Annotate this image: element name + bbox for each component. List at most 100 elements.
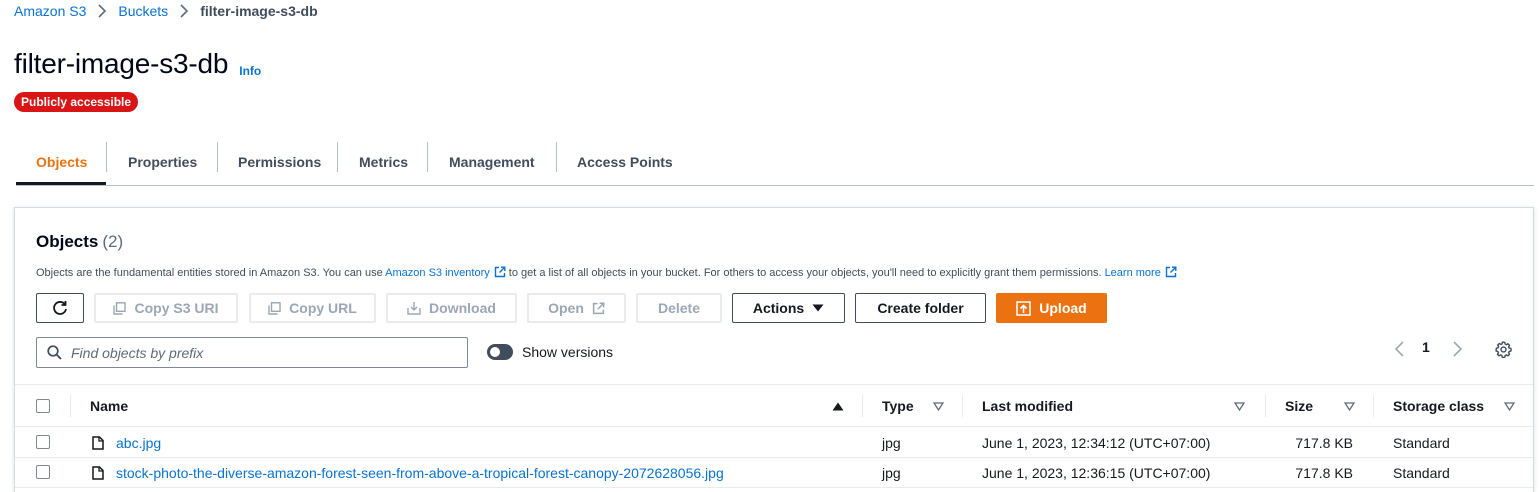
- tab-properties[interactable]: Properties: [128, 138, 197, 186]
- object-type: jpg: [882, 435, 901, 451]
- settings-button[interactable]: [1492, 338, 1514, 360]
- search-input[interactable]: [71, 344, 451, 361]
- chevron-left-icon: [1394, 341, 1404, 357]
- objects-heading: Objects (2): [36, 232, 123, 252]
- toggle-knob: [490, 347, 500, 357]
- column-divider: [70, 395, 71, 417]
- create-folder-button[interactable]: Create folder: [855, 293, 986, 323]
- chevron-right-icon: [168, 4, 200, 18]
- column-header-storage-class[interactable]: Storage class: [1393, 385, 1484, 427]
- open-button[interactable]: Open: [527, 293, 626, 323]
- show-versions-toggle[interactable]: [487, 344, 513, 360]
- copy-s3-uri-label: Copy S3 URI: [134, 300, 219, 316]
- column-divider: [1265, 395, 1266, 417]
- tab-divider: [337, 142, 338, 172]
- sort-ascending-icon[interactable]: [831, 399, 845, 413]
- breadcrumb-current: filter-image-s3-db: [200, 3, 318, 19]
- active-tab-indicator: [16, 182, 106, 185]
- column-header-type[interactable]: Type: [882, 385, 914, 427]
- create-folder-label: Create folder: [877, 300, 964, 316]
- column-header-last-modified[interactable]: Last modified: [982, 385, 1073, 427]
- page-number[interactable]: 1: [1422, 339, 1430, 355]
- open-label: Open: [548, 300, 584, 316]
- page-header: filter-image-s3-db Info: [14, 44, 261, 84]
- sort-icon[interactable]: [1232, 399, 1246, 413]
- status-badge: Publicly accessible: [14, 92, 139, 112]
- column-header-size[interactable]: Size: [1285, 385, 1313, 427]
- breadcrumb-buckets[interactable]: Buckets: [118, 3, 168, 19]
- row-checkbox[interactable]: [36, 465, 50, 479]
- tab-objects[interactable]: Objects: [36, 138, 87, 186]
- tab-bar: Objects Properties Permissions Metrics M…: [16, 138, 1534, 186]
- objects-description: Objects are the fundamental entities sto…: [36, 266, 1177, 280]
- next-page-button[interactable]: [1447, 338, 1467, 360]
- sort-icon[interactable]: [1502, 399, 1516, 413]
- copy-icon: [268, 301, 281, 315]
- chevron-right-icon: [1452, 341, 1462, 357]
- objects-title: Objects: [36, 232, 99, 251]
- upload-icon: [1016, 300, 1032, 316]
- select-all-checkbox[interactable]: [36, 399, 50, 413]
- column-divider: [1373, 395, 1374, 417]
- object-type: jpg: [882, 465, 901, 481]
- object-storage-class: Standard: [1393, 435, 1450, 451]
- table-row[interactable]: abc.jpg jpg June 1, 2023, 12:34:12 (UTC+…: [15, 428, 1533, 458]
- gear-icon: [1494, 340, 1512, 358]
- breadcrumb-amazon-s3[interactable]: Amazon S3: [14, 3, 86, 19]
- sort-icon[interactable]: [1342, 399, 1356, 413]
- object-name-link[interactable]: abc.jpg: [116, 428, 161, 458]
- external-link-icon: [494, 266, 506, 278]
- sort-icon[interactable]: [931, 399, 945, 413]
- download-label: Download: [429, 300, 496, 316]
- breadcrumb: Amazon S3 Buckets filter-image-s3-db: [14, 2, 318, 20]
- page-title: filter-image-s3-db: [14, 48, 229, 79]
- tab-metrics[interactable]: Metrics: [359, 138, 408, 186]
- desc-text-2: to get a list of all objects in your buc…: [505, 267, 1105, 279]
- external-link-icon: [1165, 266, 1177, 278]
- column-divider: [862, 395, 863, 417]
- delete-label: Delete: [657, 300, 701, 316]
- tab-divider: [427, 142, 428, 172]
- object-size: 717.8 KB: [1295, 435, 1353, 451]
- tab-divider: [556, 142, 557, 172]
- download-icon: [407, 302, 421, 315]
- refresh-button[interactable]: [36, 293, 84, 323]
- objects-count: (2): [102, 232, 124, 251]
- table-row[interactable]: stock-photo-the-diverse-amazon-forest-se…: [15, 458, 1533, 488]
- previous-page-button[interactable]: [1389, 338, 1409, 360]
- refresh-icon: [53, 301, 67, 315]
- copy-s3-uri-button[interactable]: Copy S3 URI: [94, 293, 238, 323]
- chevron-right-icon: [86, 4, 118, 18]
- copy-url-label: Copy URL: [289, 300, 357, 316]
- search-icon: [47, 345, 62, 360]
- learn-more-link[interactable]: Learn more: [1105, 267, 1161, 279]
- tab-divider: [217, 142, 218, 172]
- actions-dropdown[interactable]: Actions: [732, 293, 845, 323]
- object-size: 717.8 KB: [1295, 465, 1353, 481]
- download-button[interactable]: Download: [386, 293, 517, 323]
- search-field: [36, 337, 468, 368]
- object-storage-class: Standard: [1393, 465, 1450, 481]
- s3-inventory-link[interactable]: Amazon S3 inventory: [385, 267, 490, 279]
- table-header: Name Type Last modified Size Storage cla…: [15, 384, 1533, 427]
- tab-divider: [106, 142, 107, 172]
- copy-url-button[interactable]: Copy URL: [249, 293, 376, 323]
- column-header-name[interactable]: Name: [90, 385, 128, 427]
- show-versions-label: Show versions: [522, 344, 614, 360]
- caret-down-icon: [812, 304, 824, 312]
- file-icon: [92, 466, 104, 480]
- objects-panel: Objects (2) Objects are the fundamental e…: [14, 207, 1534, 492]
- upload-button[interactable]: Upload: [996, 293, 1107, 323]
- row-checkbox[interactable]: [36, 435, 50, 449]
- tab-permissions[interactable]: Permissions: [238, 138, 321, 186]
- column-divider: [962, 395, 963, 417]
- info-link[interactable]: Info: [239, 64, 261, 78]
- actions-label: Actions: [752, 300, 805, 316]
- file-icon: [92, 436, 104, 450]
- object-last-modified: June 1, 2023, 12:34:12 (UTC+07:00): [982, 435, 1211, 451]
- object-name-link[interactable]: stock-photo-the-diverse-amazon-forest-se…: [116, 458, 724, 488]
- tab-access-points[interactable]: Access Points: [577, 138, 673, 186]
- external-link-icon: [592, 302, 605, 314]
- tab-management[interactable]: Management: [449, 138, 535, 186]
- delete-button[interactable]: Delete: [636, 293, 722, 323]
